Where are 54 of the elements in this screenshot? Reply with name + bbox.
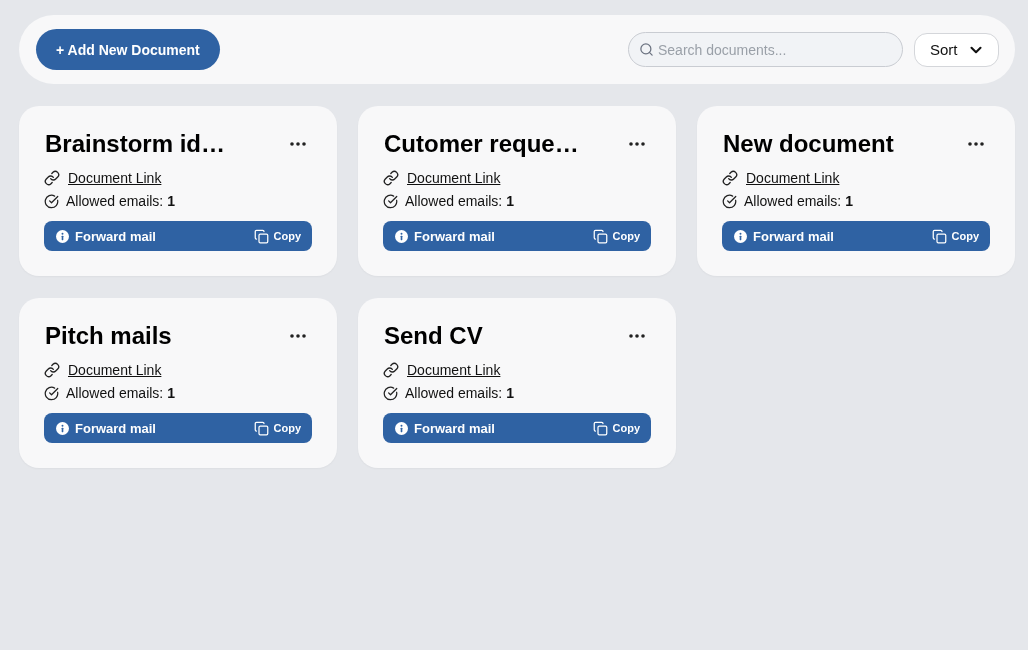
copy-icon [592,228,608,244]
document-title: Send CV [384,322,483,350]
allowed-emails-text: Allowed emails: 1 [744,193,853,209]
search-icon [639,42,654,57]
link-icon [383,170,399,186]
forward-mail-button[interactable]: Forward mail [56,228,156,244]
forward-mail-button[interactable]: Forward mail [395,228,495,244]
copy-button[interactable]: Copy [931,228,979,244]
ellipsis-icon [290,142,306,146]
check-circle-icon [383,193,398,209]
allowed-emails-text: Allowed emails: 1 [405,385,514,401]
document-title: Pitch mails [45,322,172,350]
search-field[interactable]: Search documents... [628,32,903,67]
document-link[interactable]: Document Link [746,170,840,186]
info-icon [395,229,408,243]
info-icon [56,421,69,435]
document-title: Brainstorm id… [45,130,226,158]
ellipsis-icon [290,334,306,338]
document-link[interactable]: Document Link [68,362,162,378]
link-icon [44,362,60,378]
copy-icon [253,228,269,244]
check-circle-icon [44,385,59,401]
document-link[interactable]: Document Link [407,362,501,378]
info-icon [395,421,408,435]
sort-button[interactable]: Sort [914,32,999,67]
info-icon [734,229,747,243]
forward-mail-button[interactable]: Forward mail [734,228,834,244]
copy-button[interactable]: Copy [253,228,301,244]
ellipsis-icon [629,142,645,146]
check-circle-icon [44,193,59,209]
info-icon [56,229,69,243]
allowed-emails-text: Allowed emails: 1 [66,385,175,401]
check-circle-icon [383,385,398,401]
allowed-emails-text: Allowed emails: 1 [405,193,514,209]
copy-icon [592,420,608,436]
copy-button[interactable]: Copy [592,228,640,244]
forward-mail-button[interactable]: Forward mail [56,420,156,436]
forward-mail-button[interactable]: Forward mail [395,420,495,436]
link-icon [722,170,738,186]
document-link[interactable]: Document Link [68,170,162,186]
link-icon [44,170,60,186]
ellipsis-icon [629,334,645,338]
allowed-emails-text: Allowed emails: 1 [66,193,175,209]
copy-icon [253,420,269,436]
copy-icon [931,228,947,244]
document-title: Cutomer reque… [384,130,579,158]
document-link[interactable]: Document Link [407,170,501,186]
copy-button[interactable]: Copy [592,420,640,436]
ellipsis-icon [968,142,984,146]
document-title: New document [723,130,894,158]
check-circle-icon [722,193,737,209]
link-icon [383,362,399,378]
add-document-button[interactable]: + Add New Document [36,29,220,70]
copy-button[interactable]: Copy [253,420,301,436]
